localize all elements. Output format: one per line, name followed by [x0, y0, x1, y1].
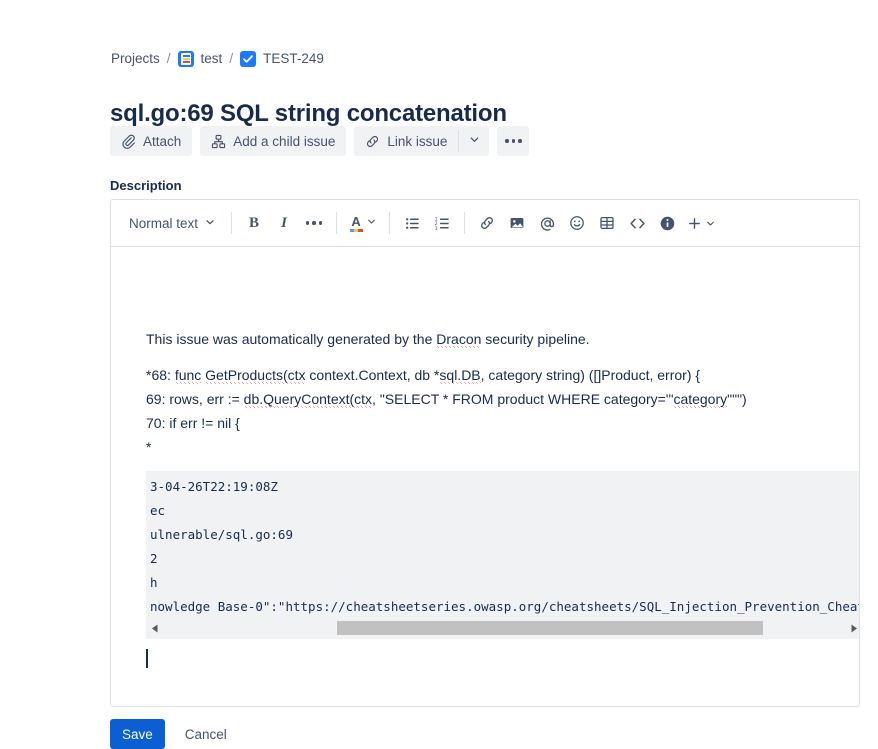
line69-spell-2: category	[673, 391, 727, 408]
numbered-list-icon[interactable]: 1 2 3	[427, 208, 457, 238]
line69-text-2: """)	[727, 391, 747, 407]
code-block-horizontal-scrollbar[interactable]	[146, 617, 860, 639]
breadcrumb-project-label[interactable]: test	[201, 49, 223, 69]
description-editor: Normal text B I A	[110, 199, 860, 707]
description-intro-paragraph: This issue was automatically generated b…	[146, 329, 590, 349]
code-excerpt-line-68: *68: func GetProducts(ctx context.Contex…	[146, 365, 700, 385]
scroll-left-icon[interactable]	[146, 617, 163, 639]
chevron-down-icon	[204, 216, 216, 231]
text-color-swatch	[350, 229, 363, 232]
scroll-right-icon[interactable]	[845, 617, 860, 639]
project-notepad-icon	[178, 51, 194, 67]
line68-text-2: context.Context, db *	[306, 367, 440, 383]
mention-icon[interactable]	[532, 208, 562, 238]
code-block[interactable]: 3-04-26T22:19:08Z ec ulnerable/sql.go:69…	[146, 471, 860, 617]
code-block-line: ulnerable/sql.go:69	[150, 527, 293, 543]
line68-spell-3: sql.DB	[439, 367, 480, 384]
issue-detail-page: Projects / test / TEST-249 sql.go:69 SQL…	[0, 0, 878, 745]
link-issue-button[interactable]: Link issue	[354, 126, 458, 156]
line69-prefix: 69: rows, err :=	[146, 391, 244, 407]
more-horizontal-icon	[306, 221, 323, 225]
emoji-icon[interactable]	[562, 208, 592, 238]
link-issue-dropdown-button[interactable]	[459, 126, 489, 156]
link-issue-split-button: Link issue	[354, 126, 489, 156]
bold-button[interactable]: B	[239, 208, 269, 238]
intro-text-before: This issue was automatically generated b…	[146, 331, 436, 347]
chevron-down-icon	[468, 133, 481, 149]
editor-content[interactable]: This issue was automatically generated b…	[111, 247, 859, 707]
text-color-button[interactable]: A	[344, 208, 382, 238]
line68-text-3: , category string) ([]Product, error) {	[481, 367, 700, 383]
svg-text:3: 3	[434, 225, 437, 231]
more-actions-button[interactable]	[497, 126, 529, 156]
chevron-down-icon	[366, 214, 377, 232]
bullet-list-icon[interactable]	[397, 208, 427, 238]
issue-actions-toolbar: Attach Add a child issue Link issue	[110, 126, 529, 156]
text-style-dropdown[interactable]: Normal text	[121, 208, 224, 238]
more-formatting-button[interactable]	[299, 208, 329, 238]
code-block-line: ec	[150, 503, 165, 519]
toolbar-divider-2	[336, 212, 337, 234]
add-child-issue-label: Add a child issue	[233, 134, 335, 149]
info-panel-icon[interactable]	[652, 208, 682, 238]
child-issue-icon	[211, 134, 226, 149]
scrollbar-track[interactable]	[163, 617, 845, 639]
line69-text-1: , "SELECT * FROM product WHERE category=…	[372, 391, 673, 407]
text-color-icon: A	[350, 215, 363, 232]
italic-button[interactable]: I	[269, 208, 299, 238]
code-block-line: 3-04-26T22:19:08Z	[150, 479, 278, 495]
intro-spellcheck-word: Dracon	[436, 331, 481, 348]
editor-toolbar: Normal text B I A	[111, 200, 859, 247]
breadcrumb-separator-2: /	[229, 49, 233, 69]
code-block-line: nowledge Base-0":"https://cheatsheetseri…	[150, 599, 860, 615]
code-block-line: 2	[150, 551, 158, 567]
intro-text-after: security pipeline.	[481, 331, 589, 347]
text-style-label: Normal text	[129, 216, 198, 231]
line68-spell-2: GetProducts(ctx	[205, 367, 305, 384]
description-label: Description	[110, 178, 182, 193]
breadcrumb-separator-1: /	[167, 49, 171, 69]
breadcrumb-project[interactable]: test	[178, 49, 223, 69]
add-child-issue-button[interactable]: Add a child issue	[200, 126, 346, 156]
breadcrumb-issue[interactable]: TEST-249	[240, 49, 324, 69]
toolbar-divider-3	[389, 212, 390, 234]
text-color-letter: A	[351, 215, 360, 228]
breadcrumb-projects[interactable]: Projects	[111, 49, 160, 69]
insert-plus-icon[interactable]	[682, 208, 720, 238]
line69-spell-1: db.QueryContext(ctx	[244, 391, 372, 408]
link-icon	[365, 134, 380, 149]
code-excerpt-line-70: 70: if err != nil {	[146, 413, 240, 433]
line68-spell-1: func	[175, 367, 201, 384]
line68-prefix: *68:	[146, 367, 175, 383]
image-icon[interactable]	[502, 208, 532, 238]
breadcrumb: Projects / test / TEST-249	[111, 49, 324, 69]
link-icon[interactable]	[472, 208, 502, 238]
toolbar-divider-4	[464, 212, 465, 234]
scrollbar-thumb[interactable]	[337, 621, 763, 635]
task-checkbox-icon	[240, 51, 256, 67]
table-icon[interactable]	[592, 208, 622, 238]
code-excerpt-trailing-star: *	[146, 437, 151, 457]
code-block-line: h	[150, 575, 158, 591]
attach-button-label: Attach	[143, 134, 181, 149]
code-excerpt-line-69: 69: rows, err := db.QueryContext(ctx, "S…	[146, 389, 747, 409]
toolbar-divider-1	[231, 212, 232, 234]
attach-button[interactable]: Attach	[110, 126, 192, 156]
paperclip-icon	[121, 134, 136, 149]
code-icon[interactable]	[622, 208, 652, 238]
breadcrumb-issue-key[interactable]: TEST-249	[263, 49, 324, 69]
link-issue-label: Link issue	[387, 134, 447, 149]
more-horizontal-icon	[505, 139, 522, 143]
text-caret	[146, 649, 148, 668]
